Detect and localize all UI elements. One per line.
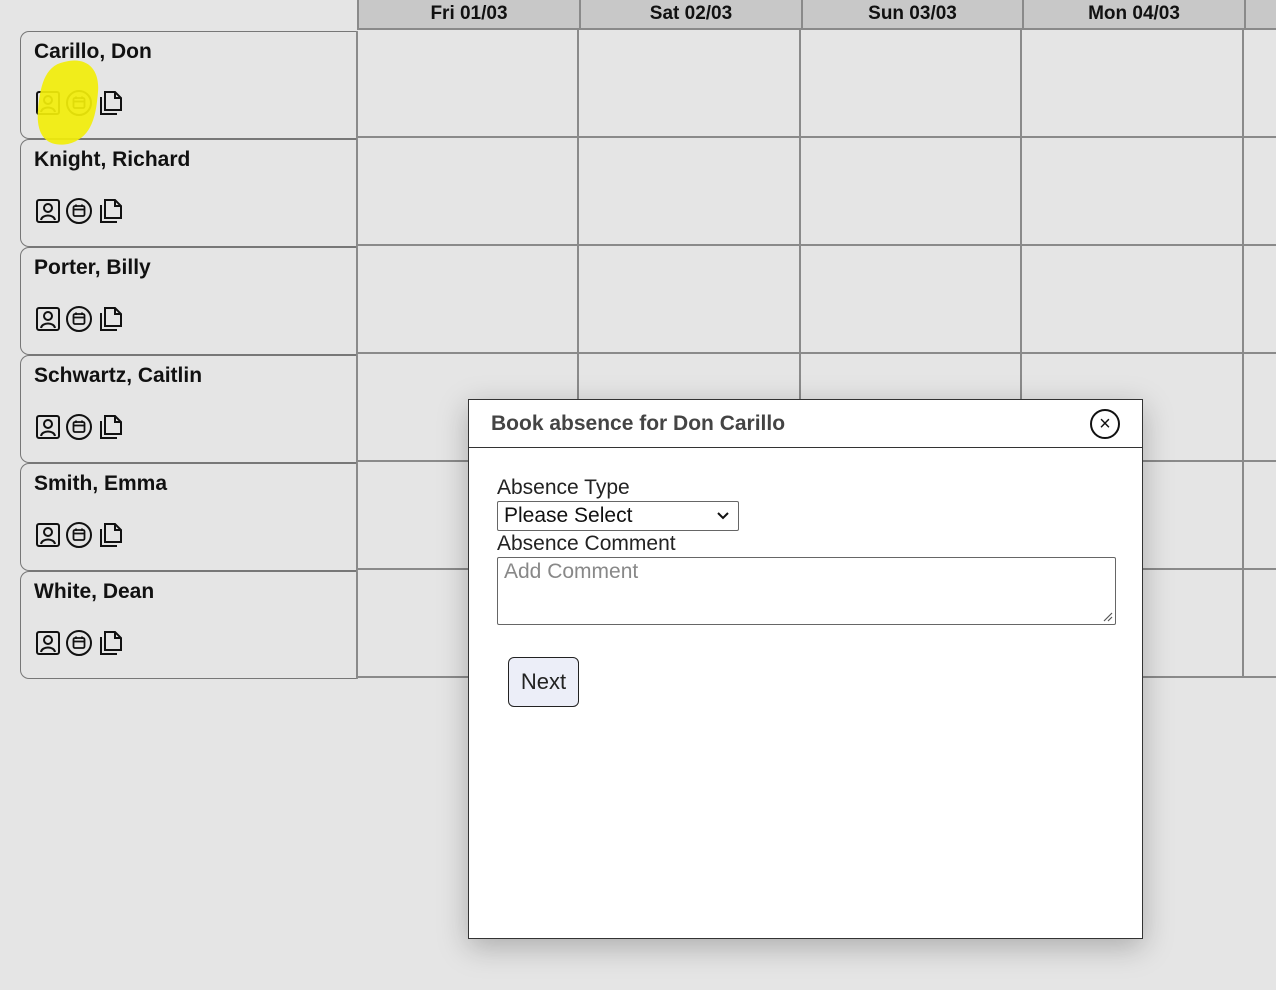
- close-icon: ×: [1099, 413, 1111, 435]
- roster-cell[interactable]: [1022, 246, 1244, 354]
- absence-comment-placeholder: Add Comment: [504, 560, 639, 583]
- resize-grip-icon[interactable]: [1101, 610, 1113, 622]
- roster-cell[interactable]: [1244, 354, 1276, 462]
- employee-row: Porter, Billy: [20, 247, 358, 355]
- roster-cell[interactable]: [1022, 138, 1244, 246]
- absence-type-select[interactable]: Please Select: [497, 501, 739, 531]
- absence-comment-field[interactable]: Add Comment: [497, 557, 1116, 625]
- employee-name: Carillo, Don: [34, 40, 152, 63]
- roster-cell[interactable]: [1244, 138, 1276, 246]
- employee-name: Knight, Richard: [34, 148, 191, 171]
- day-header-mon: Mon 04/03: [1022, 0, 1244, 30]
- absence-comment-label: Absence Comment: [497, 532, 676, 555]
- employee-name: White, Dean: [34, 580, 155, 603]
- roster-cell[interactable]: [1244, 570, 1276, 678]
- employee-row: Carillo, Don: [20, 31, 358, 139]
- calendar-icon[interactable]: [65, 197, 93, 225]
- employee-row: Smith, Emma: [20, 463, 358, 571]
- employee-actions: [34, 197, 124, 225]
- employee-actions: [34, 413, 124, 441]
- employee-name: Schwartz, Caitlin: [34, 364, 203, 387]
- calendar-icon[interactable]: [65, 521, 93, 549]
- person-icon[interactable]: [34, 197, 62, 225]
- person-icon[interactable]: [34, 629, 62, 657]
- document-icon[interactable]: [96, 197, 124, 225]
- person-icon[interactable]: [34, 413, 62, 441]
- employee-actions: [34, 521, 124, 549]
- roster-cell[interactable]: [579, 138, 801, 246]
- employee-actions: [34, 89, 124, 117]
- chevron-down-icon: [717, 512, 729, 520]
- dialog-title: Book absence for Don Carillo: [491, 412, 786, 435]
- day-header-sun: Sun 03/03: [801, 0, 1022, 30]
- roster-cell[interactable]: [1244, 30, 1276, 138]
- day-header-sat: Sat 02/03: [579, 0, 801, 30]
- roster-cell[interactable]: [357, 30, 579, 138]
- roster-page: Fri 01/03 Sat 02/03 Sun 03/03 Mon 04/03 …: [0, 0, 1276, 990]
- roster-cell[interactable]: [357, 138, 579, 246]
- calendar-icon[interactable]: [65, 413, 93, 441]
- document-icon[interactable]: [96, 629, 124, 657]
- document-icon[interactable]: [96, 413, 124, 441]
- document-icon[interactable]: [96, 521, 124, 549]
- person-icon[interactable]: [34, 521, 62, 549]
- roster-cell[interactable]: [1244, 462, 1276, 570]
- document-icon[interactable]: [96, 89, 124, 117]
- day-header-next: [1244, 0, 1276, 30]
- employee-row: Knight, Richard: [20, 139, 358, 247]
- absence-type-value: Please Select: [504, 504, 633, 527]
- document-icon[interactable]: [96, 305, 124, 333]
- person-icon[interactable]: [34, 89, 62, 117]
- calendar-icon[interactable]: [65, 89, 93, 117]
- roster-cell[interactable]: [1244, 246, 1276, 354]
- calendar-icon[interactable]: [65, 305, 93, 333]
- roster-cell[interactable]: [579, 246, 801, 354]
- roster-cell[interactable]: [579, 30, 801, 138]
- dialog-header: Book absence for Don Carillo ×: [469, 400, 1142, 448]
- person-icon[interactable]: [34, 305, 62, 333]
- next-button[interactable]: Next: [508, 657, 579, 707]
- employee-name: Porter, Billy: [34, 256, 151, 279]
- roster-cell[interactable]: [801, 30, 1022, 138]
- close-button[interactable]: ×: [1090, 409, 1120, 439]
- roster-cell[interactable]: [1022, 30, 1244, 138]
- absence-type-label: Absence Type: [497, 476, 630, 499]
- employee-name: Smith, Emma: [34, 472, 168, 495]
- day-header-fri: Fri 01/03: [357, 0, 579, 30]
- book-absence-dialog: Book absence for Don Carillo × Absence T…: [468, 399, 1143, 939]
- roster-cell[interactable]: [801, 138, 1022, 246]
- employee-actions: [34, 305, 124, 333]
- calendar-icon[interactable]: [65, 629, 93, 657]
- roster-cell[interactable]: [801, 246, 1022, 354]
- employee-row: White, Dean: [20, 571, 358, 679]
- employee-row: Schwartz, Caitlin: [20, 355, 358, 463]
- employee-actions: [34, 629, 124, 657]
- roster-cell[interactable]: [357, 246, 579, 354]
